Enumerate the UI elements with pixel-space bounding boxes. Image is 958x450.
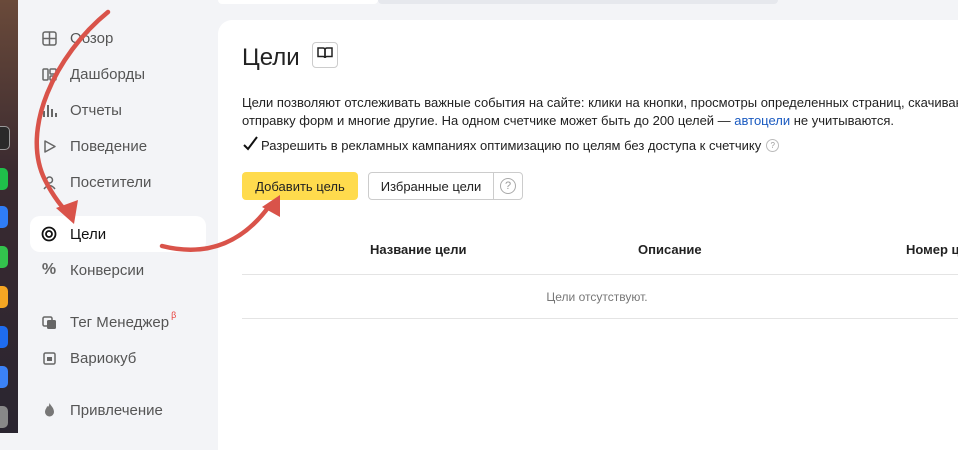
favorites-help-button[interactable]: ? xyxy=(494,173,522,199)
dashboard-icon xyxy=(40,65,58,83)
variocube-icon xyxy=(40,349,58,367)
ad-optimization-checkbox[interactable] xyxy=(242,135,258,153)
sidebar-item-overview[interactable]: Обзор xyxy=(30,20,206,56)
dock-app-icon[interactable] xyxy=(0,126,10,150)
autogoals-link[interactable]: автоцели xyxy=(734,113,790,128)
sidebar-item-label: Вариокуб xyxy=(70,349,137,367)
table-divider xyxy=(242,318,958,319)
sidebar-item-label: Поведение xyxy=(70,137,148,155)
sidebar-item-label: Привлечение xyxy=(70,401,163,419)
sidebar-item-tag-manager[interactable]: Тег Менеджер β xyxy=(30,304,206,340)
grid-icon xyxy=(40,29,58,47)
table-divider xyxy=(242,274,958,275)
column-header-name[interactable]: Название цели xyxy=(370,242,466,257)
help-icon: ? xyxy=(500,178,516,194)
sidebar-item-goals[interactable]: Цели xyxy=(30,216,206,252)
dock-app-icon[interactable] xyxy=(0,206,8,228)
play-icon xyxy=(40,137,58,155)
bar-chart-icon xyxy=(40,101,58,119)
sidebar-item-variocube[interactable]: Вариокуб xyxy=(30,340,206,376)
book-icon xyxy=(317,46,333,64)
dock-app-icon[interactable] xyxy=(0,406,8,428)
sidebar-item-conversions[interactable]: % Конверсии xyxy=(30,252,206,288)
dock-app-icon[interactable] xyxy=(0,286,8,308)
help-icon[interactable]: ? xyxy=(766,139,780,152)
tab-active[interactable] xyxy=(218,0,378,4)
goals-description: Цели позволяют отслеживать важные событи… xyxy=(242,94,958,130)
sidebar-item-label: Отчеты xyxy=(70,101,122,119)
description-line: отправку форм и многие другие. На одном … xyxy=(242,112,958,130)
empty-state-text: Цели отсутствуют. xyxy=(546,290,648,304)
sidebar-item-behavior[interactable]: Поведение xyxy=(30,128,206,164)
description-text: отправку форм и многие другие. На одном … xyxy=(242,113,735,128)
beta-badge: β xyxy=(171,310,177,320)
top-tabs xyxy=(218,0,958,6)
os-dock xyxy=(0,0,18,433)
ad-optimization-option: Разрешить в рекламных кампаниях оптимиза… xyxy=(242,135,780,153)
tag-manager-icon xyxy=(40,313,58,331)
column-header-description[interactable]: Описание xyxy=(638,242,702,257)
checkbox-label: Разрешить в рекламных кампаниях оптимиза… xyxy=(261,138,762,153)
description-line: Цели позволяют отслеживать важные событи… xyxy=(242,95,958,110)
add-goal-button[interactable]: Добавить цель xyxy=(242,172,358,200)
dock-app-icon[interactable] xyxy=(0,246,8,268)
dock-app-icon[interactable] xyxy=(0,326,8,348)
column-header-number[interactable]: Номер ц xyxy=(906,242,958,257)
sidebar-item-label: Обзор xyxy=(70,29,114,47)
sidebar-item-label: Посетители xyxy=(70,173,152,191)
person-icon xyxy=(40,173,58,191)
sidebar-item-label: Дашборды xyxy=(70,65,145,83)
documentation-button[interactable] xyxy=(312,42,338,68)
sidebar-item-reports[interactable]: Отчеты xyxy=(30,92,206,128)
description-text: не учитываются. xyxy=(790,113,895,128)
target-icon xyxy=(40,225,58,243)
percent-icon: % xyxy=(41,261,57,278)
page-title: Цели xyxy=(242,44,300,71)
sidebar-item-acquisition[interactable]: Привлечение xyxy=(30,392,206,428)
dock-app-icon[interactable] xyxy=(0,366,8,388)
dock-app-icon[interactable] xyxy=(0,168,8,190)
goals-panel: Цели Цели позволяют отслеживать важные с… xyxy=(218,20,958,450)
sidebar-item-visitors[interactable]: Посетители xyxy=(30,164,206,200)
sidebar: Обзор Дашборды Отчеты Поведение Посетите… xyxy=(18,0,216,433)
sidebar-item-label: Тег Менеджер xyxy=(70,313,170,331)
sidebar-item-label: Цели xyxy=(70,225,107,243)
favorites-button-group: Избранные цели ? xyxy=(368,172,523,200)
flame-icon xyxy=(40,401,58,419)
tab-inactive[interactable] xyxy=(378,0,778,4)
favorite-goals-button[interactable]: Избранные цели xyxy=(369,173,494,199)
sidebar-item-label: Конверсии xyxy=(70,261,145,279)
sidebar-item-dashboards[interactable]: Дашборды xyxy=(30,56,206,92)
